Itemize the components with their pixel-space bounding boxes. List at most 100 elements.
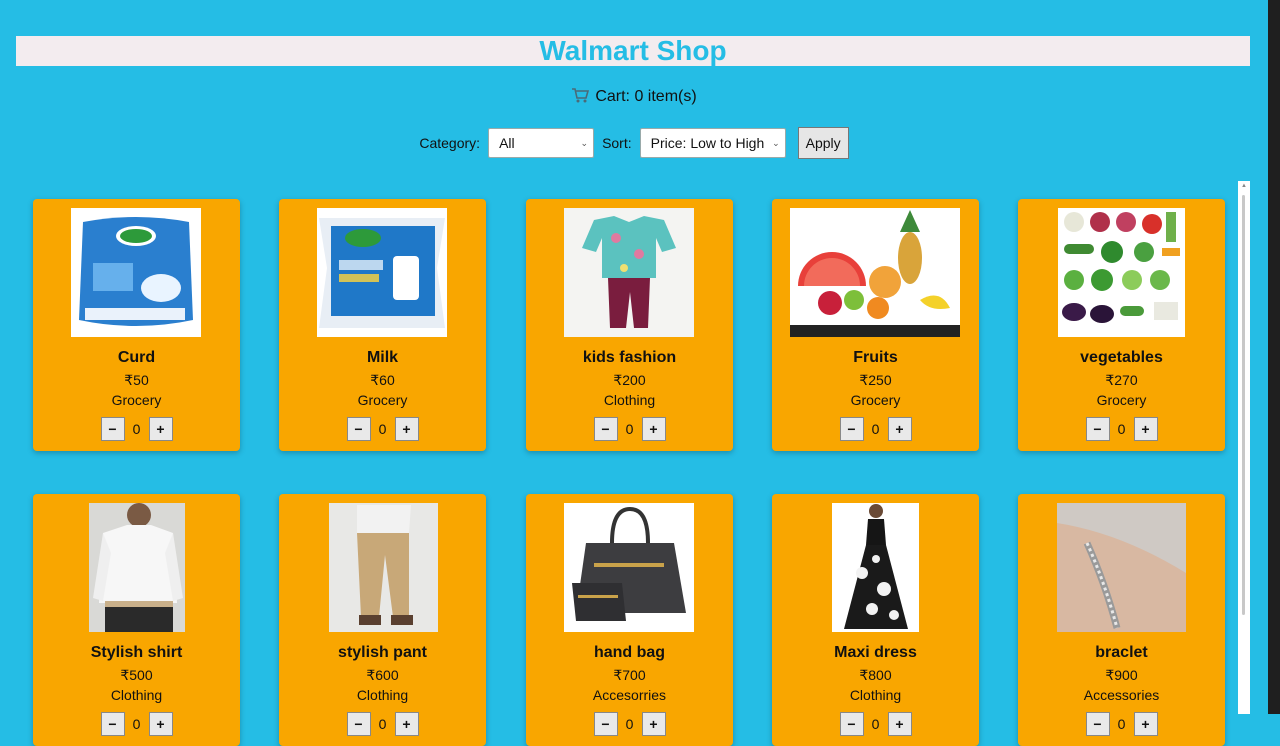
quantity-value: 0 xyxy=(1117,421,1126,437)
product-card: Milk ₹60 Grocery − 0 + xyxy=(279,199,486,451)
increase-button[interactable]: + xyxy=(148,712,173,736)
quantity-stepper: − 0 + xyxy=(279,712,486,736)
fruits-image xyxy=(790,208,960,337)
sort-label: Sort: xyxy=(602,135,632,151)
product-card: Maxi dress ₹800 Clothing − 0 + xyxy=(772,494,979,746)
quantity-stepper: − 0 + xyxy=(772,712,979,736)
product-card: Curd ₹50 Grocery − 0 + xyxy=(33,199,240,451)
increase-button[interactable]: + xyxy=(1133,712,1158,736)
quantity-value: 0 xyxy=(871,421,880,437)
decrease-button[interactable]: − xyxy=(593,712,618,736)
product-card: Fruits ₹250 Grocery − 0 + xyxy=(772,199,979,451)
handbag-image xyxy=(564,503,694,632)
product-price: ₹800 xyxy=(859,667,892,683)
product-price: ₹900 xyxy=(1105,667,1138,683)
decrease-button[interactable]: − xyxy=(839,712,864,736)
product-category: Grocery xyxy=(1096,392,1147,408)
increase-button[interactable]: + xyxy=(641,417,666,441)
decrease-button[interactable]: − xyxy=(593,417,618,441)
cart-summary: Cart: 0 item(s) xyxy=(0,87,1268,107)
decrease-button[interactable]: − xyxy=(346,712,371,736)
increase-button[interactable]: + xyxy=(394,417,419,441)
chevron-down-icon: ⌄ xyxy=(580,138,589,148)
quantity-stepper: − 0 + xyxy=(1018,712,1225,736)
quantity-stepper: − 0 + xyxy=(526,417,733,441)
product-card: kids fashion ₹200 Clothing − 0 + xyxy=(526,199,733,451)
apply-button[interactable]: Apply xyxy=(797,127,849,159)
scroll-up-icon[interactable]: ▲ xyxy=(1241,183,1247,189)
product-price: ₹60 xyxy=(370,372,395,388)
increase-button[interactable]: + xyxy=(887,417,912,441)
decrease-button[interactable]: − xyxy=(100,417,125,441)
chevron-down-icon: ⌄ xyxy=(772,138,780,148)
product-price: ₹200 xyxy=(613,372,646,388)
product-card: vegetables ₹270 Grocery − 0 + xyxy=(1018,199,1225,451)
product-name: Maxi dress xyxy=(834,644,917,661)
increase-button[interactable]: + xyxy=(641,712,666,736)
product-price: ₹600 xyxy=(366,667,399,683)
quantity-value: 0 xyxy=(871,716,880,732)
increase-button[interactable]: + xyxy=(887,712,912,736)
product-category: Clothing xyxy=(110,687,163,703)
product-card: hand bag ₹700 Accesorries − 0 + xyxy=(526,494,733,746)
product-list-scrollbar[interactable]: ▲ xyxy=(1238,181,1250,714)
product-category: Grocery xyxy=(850,392,901,408)
page-title: Walmart Shop xyxy=(16,36,1250,66)
bracelet-image xyxy=(1057,503,1186,632)
product-card: braclet ₹900 Accessories − 0 + xyxy=(1018,494,1225,746)
cart-label: Cart: 0 item(s) xyxy=(595,88,697,105)
product-category: Clothing xyxy=(849,687,902,703)
increase-button[interactable]: + xyxy=(1133,417,1158,441)
milk-image xyxy=(317,208,447,337)
quantity-stepper: − 0 + xyxy=(33,417,240,441)
quantity-value: 0 xyxy=(1117,716,1126,732)
decrease-button[interactable]: − xyxy=(346,417,371,441)
quantity-stepper: − 0 + xyxy=(772,417,979,441)
increase-button[interactable]: + xyxy=(148,417,173,441)
decrease-button[interactable]: − xyxy=(100,712,125,736)
window-edge xyxy=(1268,0,1280,714)
filter-bar: Category: All ⌄ Sort: Price: Low to High… xyxy=(0,127,1268,159)
category-select-value: All xyxy=(499,135,515,151)
quantity-value: 0 xyxy=(378,421,387,437)
vegetables-image xyxy=(1058,208,1185,337)
product-name: Stylish shirt xyxy=(90,644,183,661)
product-name: hand bag xyxy=(593,644,666,661)
quantity-value: 0 xyxy=(625,716,634,732)
product-name: kids fashion xyxy=(582,349,677,366)
product-category: Clothing xyxy=(356,687,409,703)
cart-icon xyxy=(572,88,590,103)
product-price: ₹700 xyxy=(613,667,646,683)
kids-fashion-image xyxy=(564,208,694,337)
quantity-stepper: − 0 + xyxy=(526,712,733,736)
product-card: stylish pant ₹600 Clothing − 0 + xyxy=(279,494,486,746)
decrease-button[interactable]: − xyxy=(839,417,864,441)
increase-button[interactable]: + xyxy=(394,712,419,736)
quantity-stepper: − 0 + xyxy=(33,712,240,736)
product-name: Curd xyxy=(117,349,156,366)
quantity-value: 0 xyxy=(132,716,141,732)
quantity-value: 0 xyxy=(378,716,387,732)
product-price: ₹500 xyxy=(120,667,153,683)
quantity-stepper: − 0 + xyxy=(1018,417,1225,441)
product-category: Grocery xyxy=(111,392,162,408)
decrease-button[interactable]: − xyxy=(1085,417,1110,441)
quantity-value: 0 xyxy=(132,421,141,437)
product-name: Fruits xyxy=(853,349,898,366)
product-category: Clothing xyxy=(603,392,656,408)
sort-select-value: Price: Low to High xyxy=(650,135,765,151)
product-name: vegetables xyxy=(1080,349,1163,366)
product-category: Accesorries xyxy=(592,687,667,703)
category-select[interactable]: All ⌄ xyxy=(488,128,595,158)
product-name: stylish pant xyxy=(338,644,427,661)
product-category: Accessories xyxy=(1083,687,1160,703)
category-label: Category: xyxy=(419,135,481,151)
decrease-button[interactable]: − xyxy=(1085,712,1110,736)
quantity-value: 0 xyxy=(625,421,634,437)
scrollbar-thumb[interactable] xyxy=(1242,195,1245,615)
product-price: ₹250 xyxy=(859,372,892,388)
sort-select[interactable]: Price: Low to High ⌄ xyxy=(639,128,786,158)
product-price: ₹50 xyxy=(124,372,149,388)
product-name: braclet xyxy=(1095,644,1148,661)
product-category: Grocery xyxy=(357,392,408,408)
